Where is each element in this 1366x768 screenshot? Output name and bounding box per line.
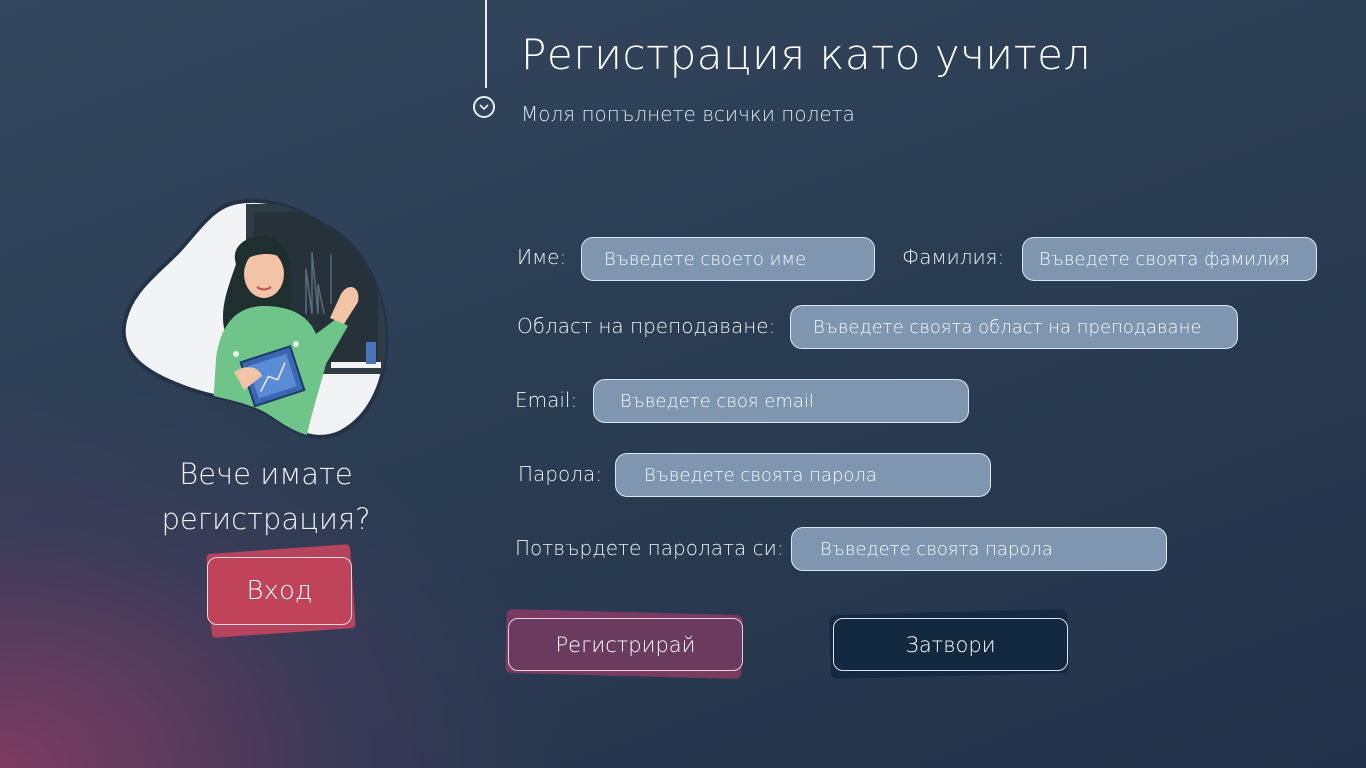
email-label: Email: <box>515 388 578 412</box>
subject-label: Област на преподаване: <box>517 314 776 338</box>
subject-field[interactable] <box>790 305 1238 349</box>
close-button[interactable]: Затвори <box>833 618 1068 671</box>
password-field[interactable] <box>615 453 991 497</box>
first-name-label: Име: <box>517 245 567 269</box>
header-vertical-line <box>485 0 487 88</box>
password-label: Парола: <box>518 462 603 486</box>
last-name-label: Фамилия: <box>902 245 1005 269</box>
already-registered-text: Вече имате регистрация? <box>161 457 371 536</box>
teacher-illustration <box>121 198 389 439</box>
page-subtitle: Моля попълнете всички полета <box>521 102 855 126</box>
first-name-field[interactable] <box>581 237 875 281</box>
page-title: Регистрация като учител <box>521 30 1091 79</box>
confirm-password-label: Потвърдете паролата си: <box>515 536 784 560</box>
last-name-field[interactable] <box>1022 237 1317 281</box>
confirm-password-field[interactable] <box>791 527 1167 571</box>
login-button[interactable]: Вход <box>207 557 352 625</box>
chevron-down-icon <box>473 96 495 118</box>
register-button[interactable]: Регистрирай <box>508 618 743 671</box>
email-field[interactable] <box>593 379 969 423</box>
